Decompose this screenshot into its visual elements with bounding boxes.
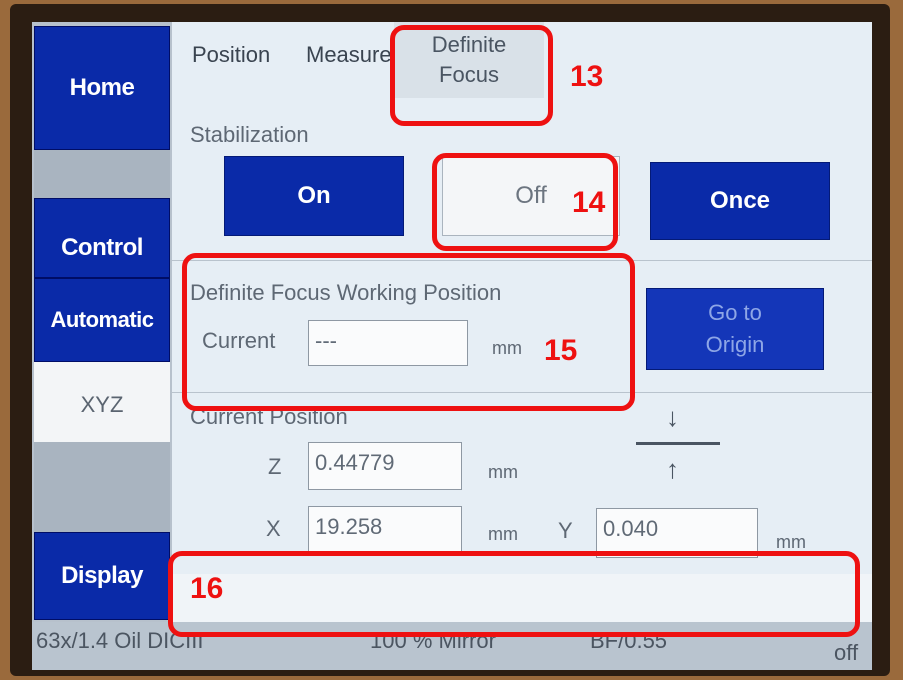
focus-plane-icon [636, 442, 720, 445]
annotation-number-13: 13 [570, 60, 604, 93]
sidebar-spacer [34, 150, 170, 198]
tab-measure[interactable]: Measure [306, 42, 392, 68]
display-button[interactable]: Display [34, 532, 170, 620]
state-status: off [834, 640, 859, 665]
x-label: X [266, 516, 281, 541]
tab-position[interactable]: Position [192, 42, 270, 68]
home-button[interactable]: Home [34, 26, 170, 150]
automatic-button[interactable]: Automatic [34, 278, 170, 362]
stabilization-label: Stabilization [190, 122, 309, 147]
on-label: On [297, 182, 331, 209]
xyz-label: XYZ [80, 392, 124, 417]
z-unit: mm [488, 462, 518, 482]
display-label: Display [61, 562, 143, 589]
xyz-button[interactable]: XYZ [34, 362, 170, 442]
go-to-origin-line2: Origin [705, 332, 765, 357]
annotation-number-15: 15 [544, 334, 578, 367]
automatic-label: Automatic [50, 307, 154, 332]
x-unit: mm [488, 524, 518, 544]
sidebar-spacer-2 [34, 442, 170, 532]
go-to-origin-button[interactable]: Go to Origin [646, 288, 824, 370]
go-to-origin-line1: Go to [708, 300, 762, 325]
annotation-box-16 [168, 551, 860, 637]
once-label: Once [709, 187, 771, 214]
arrow-up-icon: ↑ [666, 454, 679, 484]
home-label: Home [69, 74, 135, 101]
arrow-down-icon: ↓ [666, 402, 679, 432]
stabilization-on-button[interactable]: On [224, 156, 404, 236]
annotation-number-16: 16 [190, 572, 224, 605]
annotation-number-14: 14 [572, 186, 606, 219]
y-unit: mm [776, 532, 806, 552]
control-button[interactable]: Control [34, 198, 170, 278]
z-position-field[interactable]: 0.44779 [308, 442, 462, 490]
annotation-box-15 [182, 253, 635, 411]
y-label: Y [558, 518, 573, 543]
stabilization-once-button[interactable]: Once [650, 162, 830, 240]
control-label: Control [61, 234, 143, 261]
x-position-field[interactable]: 19.258 [308, 506, 462, 554]
annotation-box-13 [390, 25, 553, 126]
sidebar: Home Control Automatic XYZ Display [32, 22, 172, 622]
z-label: Z [268, 454, 282, 479]
